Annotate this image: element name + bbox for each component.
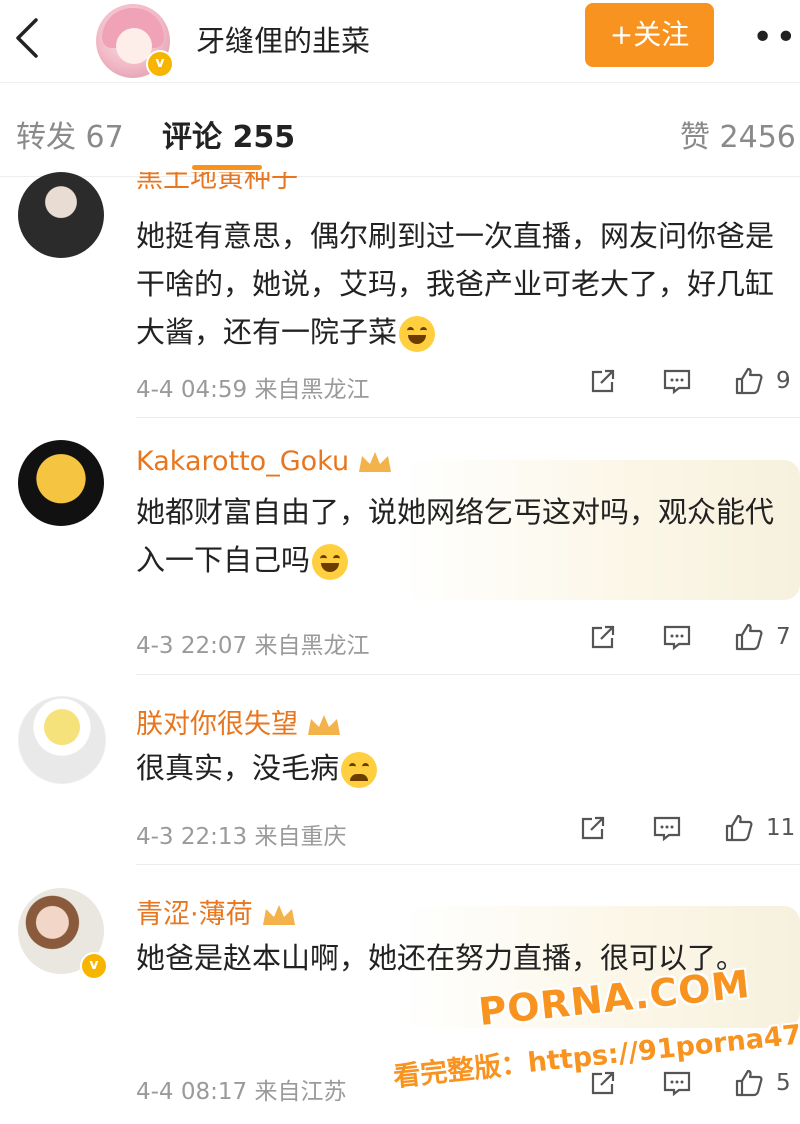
more-options-icon[interactable]: ••• (752, 20, 800, 56)
comment-divider (136, 417, 800, 418)
commenter-avatar[interactable] (18, 440, 104, 526)
like-count: 9 (776, 368, 791, 394)
crown-badge-icon (262, 904, 295, 925)
comment-username[interactable]: 朕对你很失望 (136, 702, 342, 741)
commenter-avatar[interactable] (18, 696, 106, 784)
comment-meta: 4-3 22:07 来自黑龙江 (136, 633, 370, 659)
verified-badge-icon: v (80, 952, 108, 980)
like-icon[interactable] (734, 1068, 768, 1102)
comment-text: 很真实，没毛病 (136, 744, 776, 792)
comment-meta: 4-4 04:59 来自黑龙江 (136, 377, 370, 403)
crown-badge-icon (359, 451, 392, 472)
share-icon[interactable] (588, 366, 622, 400)
upside-down-emoji-icon (341, 752, 378, 788)
comment-username[interactable]: 黑土地黄种子 (136, 172, 298, 196)
share-icon[interactable] (578, 813, 612, 847)
like-icon[interactable] (734, 622, 768, 656)
laughing-emoji-icon (312, 544, 349, 580)
like-count: 5 (776, 1070, 791, 1096)
account-name[interactable]: 牙缝俚的韭菜 (196, 18, 370, 60)
tab-repost[interactable]: 转发 67 (16, 112, 124, 156)
tab-like[interactable]: 赞 2456 (680, 112, 796, 156)
reply-icon[interactable] (652, 813, 686, 847)
back-arrow-icon[interactable] (10, 14, 46, 62)
like-count: 7 (776, 624, 791, 650)
crown-badge-icon (308, 714, 340, 735)
commenter-avatar[interactable] (18, 172, 104, 258)
like-count: 11 (766, 815, 796, 841)
like-icon[interactable] (734, 366, 768, 400)
follow-button[interactable]: +关注 (585, 3, 714, 67)
reply-icon[interactable] (662, 622, 696, 656)
share-icon[interactable] (588, 622, 622, 656)
verified-badge-icon: v (146, 50, 174, 78)
comment-divider (136, 674, 800, 675)
comment-username[interactable]: Kakarotto_Goku (136, 446, 393, 477)
header-divider (0, 82, 800, 83)
comment-text: 她都财富自由了，说她网络乞丐这对吗，观众能代入一下自己吗 (136, 488, 776, 584)
active-tab-indicator (192, 165, 262, 170)
laughing-emoji-icon (399, 316, 436, 352)
comment-divider (136, 864, 800, 865)
reply-icon[interactable] (662, 1068, 696, 1102)
top-bar: v 牙缝俚的韭菜 +关注 ••• (0, 0, 800, 82)
reply-icon[interactable] (662, 366, 696, 400)
tab-comment[interactable]: 评论 255 (162, 112, 295, 156)
comment-username[interactable]: 青涩·薄荷 (136, 892, 297, 931)
comment-meta: 4-3 22:13 来自重庆 (136, 824, 347, 850)
comment-text: 她挺有意思，偶尔刷到过一次直播，网友问你爸是干啥的，她说，艾玛，我爸产业可老大了… (136, 212, 776, 356)
tabs-divider (0, 176, 800, 177)
like-icon[interactable] (724, 813, 758, 847)
comment-meta: 4-4 08:17 来自江苏 (136, 1079, 347, 1105)
